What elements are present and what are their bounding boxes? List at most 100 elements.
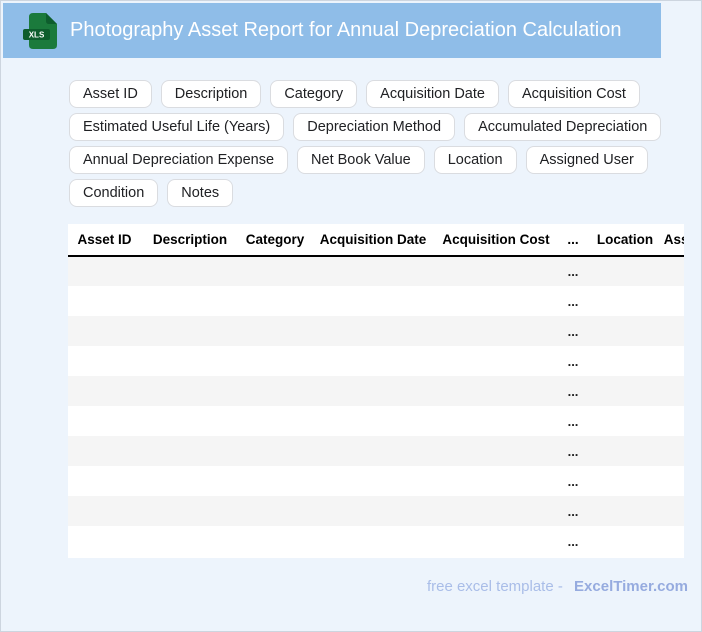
table-body: ..............................: [68, 256, 684, 556]
table-row: ...: [68, 376, 684, 406]
empty-cell: [239, 436, 311, 466]
table-row: ...: [68, 286, 684, 316]
table-row: ...: [68, 346, 684, 376]
row-ellipsis-cell: ...: [567, 293, 579, 309]
table-row: ...: [68, 406, 684, 436]
empty-cell: [141, 376, 239, 406]
empty-cell: [661, 526, 684, 556]
empty-cell: [68, 376, 141, 406]
empty-cell: [661, 496, 684, 526]
empty-cell: [141, 496, 239, 526]
empty-cell: [435, 406, 557, 436]
row-ellipsis-cell: ...: [567, 383, 579, 399]
column-header: Category: [239, 224, 311, 257]
row-ellipsis-cell: ...: [567, 353, 579, 369]
empty-cell: [589, 406, 661, 436]
row-ellipsis-cell: ...: [567, 443, 579, 459]
chip-row: Annual Depreciation Expense Net Book Valu…: [69, 146, 661, 174]
column-chip[interactable]: Acquisition Cost: [507, 80, 640, 108]
empty-cell: [589, 376, 661, 406]
empty-cell: [435, 496, 557, 526]
column-header: Description: [141, 224, 239, 257]
column-header: Assigned User: [661, 224, 684, 257]
empty-cell: [589, 286, 661, 316]
column-chip[interactable]: Estimated Useful Life (Years): [69, 113, 285, 141]
row-ellipsis-cell: ...: [567, 264, 579, 279]
empty-cell: [311, 496, 435, 526]
empty-cell: [239, 406, 311, 436]
empty-cell: [68, 526, 141, 556]
column-chip[interactable]: Annual Depreciation Expense: [69, 146, 289, 174]
empty-cell: [311, 316, 435, 346]
empty-cell: [311, 256, 435, 286]
empty-cell: [311, 346, 435, 376]
empty-cell: [435, 466, 557, 496]
column-chip-list: Asset ID Description Category Acquisition D…: [69, 80, 662, 207]
empty-cell: [661, 376, 684, 406]
report-table-container: Asset ID Description Category Acquisition D…: [68, 224, 684, 558]
empty-cell: [311, 376, 435, 406]
page-title: Photography Asset Report for Annual Depr…: [70, 19, 622, 41]
footer-text: free excel template -: [426, 578, 563, 595]
empty-cell: [435, 376, 557, 406]
row-ellipsis-cell: ...: [567, 323, 579, 339]
empty-cell: [68, 316, 141, 346]
column-chip[interactable]: Location: [433, 146, 517, 174]
empty-cell: [141, 256, 239, 286]
empty-cell: [68, 496, 141, 526]
empty-cell: [68, 256, 141, 286]
empty-cell: [311, 436, 435, 466]
empty-cell: [239, 256, 311, 286]
footer: free excel template - ExcelTimer.com: [427, 578, 688, 595]
xls-file-icon: XLS: [23, 12, 57, 49]
column-chip[interactable]: Notes: [167, 179, 234, 207]
column-chip[interactable]: Accumulated Depreciation: [464, 113, 662, 141]
column-header: Acquisition Cost: [435, 224, 557, 257]
empty-cell: [661, 256, 684, 286]
column-chip[interactable]: Category: [270, 80, 358, 108]
file-fold: [46, 12, 57, 24]
title-bar: XLS Photography Asset Report for Annual …: [3, 3, 661, 58]
column-chip[interactable]: Depreciation Method: [293, 113, 456, 141]
empty-cell: [589, 526, 661, 556]
empty-cell: [311, 526, 435, 556]
column-header: Asset ID: [68, 224, 141, 257]
column-chip[interactable]: Asset ID: [69, 80, 152, 108]
empty-cell: [239, 496, 311, 526]
table-row: ...: [68, 496, 684, 526]
table-row: ...: [68, 316, 684, 346]
empty-cell: [661, 316, 684, 346]
empty-cell: [435, 286, 557, 316]
column-header: Location: [589, 224, 661, 257]
empty-cell: [141, 526, 239, 556]
column-header: Acquisition Date: [311, 224, 435, 257]
empty-cell: [435, 436, 557, 466]
empty-cell: [661, 286, 684, 316]
empty-cell: [68, 346, 141, 376]
column-chip[interactable]: Assigned User: [525, 146, 648, 174]
empty-cell: [435, 256, 557, 286]
empty-cell: [661, 436, 684, 466]
row-ellipsis-cell: ...: [567, 413, 579, 429]
page: XLS Photography Asset Report for Annual …: [0, 0, 702, 632]
table-row: ...: [68, 436, 684, 466]
table-row: ...: [68, 466, 684, 496]
empty-cell: [239, 286, 311, 316]
empty-cell: [141, 466, 239, 496]
empty-cell: [68, 436, 141, 466]
empty-cell: [435, 316, 557, 346]
empty-cell: [311, 406, 435, 436]
footer-brand-link[interactable]: ExcelTimer.com: [574, 578, 688, 595]
column-chip[interactable]: Acquisition Date: [366, 80, 499, 108]
empty-cell: [68, 286, 141, 316]
column-chip[interactable]: Net Book Value: [297, 146, 425, 174]
column-chip[interactable]: Description: [160, 80, 262, 108]
empty-cell: [68, 466, 141, 496]
empty-cell: [68, 406, 141, 436]
empty-cell: [589, 316, 661, 346]
empty-cell: [435, 526, 557, 556]
row-ellipsis-cell: ...: [567, 503, 579, 519]
column-chip[interactable]: Condition: [69, 179, 159, 207]
empty-cell: [239, 316, 311, 346]
empty-cell: [661, 466, 684, 496]
